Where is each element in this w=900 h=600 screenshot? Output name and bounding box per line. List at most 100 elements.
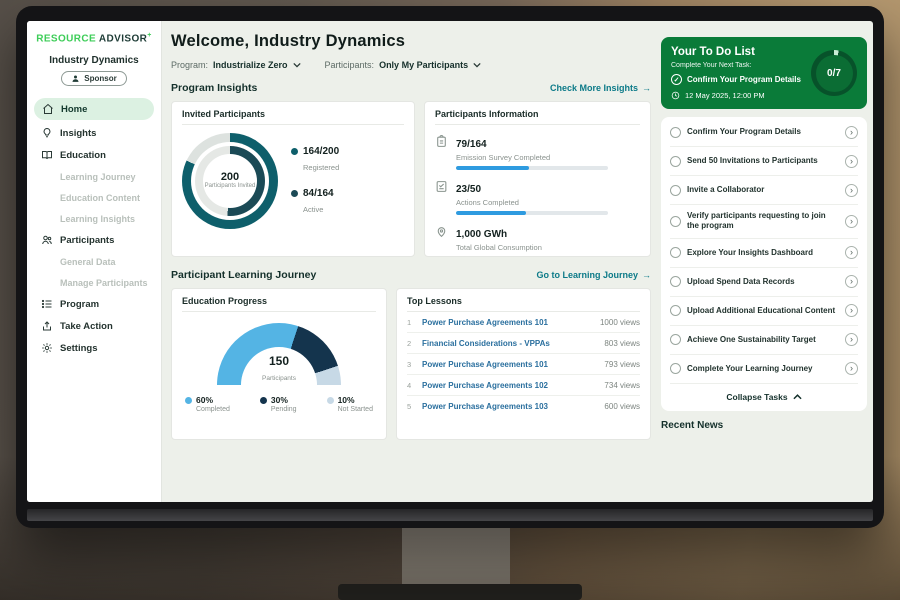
checkbox[interactable] <box>670 185 681 196</box>
program-insights-header: Program Insights Check More Insights → <box>171 82 651 94</box>
chevron-right-icon[interactable]: › <box>845 275 858 288</box>
collapse-tasks-button[interactable]: Collapse Tasks <box>670 384 858 411</box>
sidebar-item-label: Take Action <box>60 321 113 332</box>
task-label: Upload Spend Data Records <box>687 277 839 287</box>
task-row[interactable]: Upload Spend Data Records › <box>670 268 858 297</box>
book-icon <box>41 149 53 161</box>
sidebar-item-program[interactable]: Program <box>27 293 161 315</box>
task-row[interactable]: Achieve One Sustainability Target › <box>670 326 858 355</box>
task-row[interactable]: Invite a Collaborator› <box>670 176 858 205</box>
participants-filter[interactable]: Participants: Only My Participants <box>325 60 482 70</box>
legend-value: 164/200 <box>303 146 339 157</box>
sidebar-item-participants[interactable]: Participants <box>27 229 161 251</box>
sidebar-item-settings[interactable]: Settings <box>27 337 161 359</box>
chevron-right-icon[interactable]: › <box>845 304 858 317</box>
sidebar-item-education-content[interactable]: Education Content <box>27 187 161 208</box>
actions-progress-bar <box>456 211 608 215</box>
card-title: Top Lessons <box>407 296 640 312</box>
sidebar: RESOURCE ADVISOR+ Industry Dynamics Spon… <box>27 21 162 502</box>
sidebar-item-learning-journey[interactable]: Learning Journey <box>27 166 161 187</box>
chevron-right-icon[interactable]: › <box>845 362 858 375</box>
sidebar-nav: Home Insights Education Learning Journey… <box>27 98 161 359</box>
chevron-up-icon <box>793 394 802 400</box>
lesson-title-link[interactable]: Power Purchase Agreements 101 <box>422 318 593 327</box>
emission-survey-progress-bar <box>456 166 608 170</box>
chevron-right-icon[interactable]: › <box>845 246 858 259</box>
program-filter-value: Industrialize Zero <box>213 60 288 70</box>
info-label: Total Global Consumption <box>456 243 542 252</box>
chevron-right-icon[interactable]: › <box>845 215 858 228</box>
donut-legend: 164/200 Registered 84/164 Active <box>291 146 339 217</box>
action-arrow-icon <box>41 320 53 332</box>
task-row[interactable]: Upload Additional Educational Content› <box>670 297 858 326</box>
task-row[interactable]: Explore Your Insights Dashboard› <box>670 239 858 268</box>
checkbox[interactable] <box>670 156 681 167</box>
legend-item: 60% Completed <box>185 395 230 413</box>
lesson-views: 803 views <box>604 339 640 348</box>
lesson-title-link[interactable]: Financial Considerations - VPPAs <box>422 339 597 348</box>
sidebar-item-learning-insights[interactable]: Learning Insights <box>27 208 161 229</box>
lesson-views: 734 views <box>604 381 640 390</box>
task-row[interactable]: Verify participants requesting to join t… <box>670 205 858 239</box>
next-task-label: Confirm Your Program Details <box>687 75 801 84</box>
sidebar-item-take-action[interactable]: Take Action <box>27 315 161 337</box>
location-pin-icon <box>435 225 448 238</box>
participants-filter-label: Participants: <box>325 60 375 70</box>
task-row[interactable]: Confirm Your Program Details› <box>670 118 858 147</box>
lesson-row[interactable]: 5 Power Purchase Agreements 103 600 view… <box>407 396 640 417</box>
lesson-title-link[interactable]: Power Purchase Agreements 103 <box>422 402 597 411</box>
chevron-right-icon[interactable]: › <box>845 126 858 139</box>
chevron-right-icon[interactable]: › <box>845 333 858 346</box>
chevron-down-icon <box>293 62 301 68</box>
checklist-icon <box>435 180 448 193</box>
lesson-row[interactable]: 1 Power Purchase Agreements 101 1000 vie… <box>407 312 640 333</box>
logo-resource: RESOURCE <box>36 33 96 44</box>
task-row[interactable]: Complete Your Learning Journey › <box>670 355 858 384</box>
legend-value: 10% <box>338 395 355 405</box>
invited-participants-card: Invited Participants 200 Participants In… <box>171 101 415 257</box>
sidebar-item-insights[interactable]: Insights <box>27 122 161 144</box>
checkbox[interactable] <box>670 305 681 316</box>
users-icon <box>41 234 53 246</box>
sidebar-item-manage-participants[interactable]: Manage Participants <box>27 272 161 293</box>
lesson-title-link[interactable]: Power Purchase Agreements 101 <box>422 360 597 369</box>
program-filter-label: Program: <box>171 60 208 70</box>
program-filter[interactable]: Program: Industrialize Zero <box>171 60 301 70</box>
donut-ring-inner: 200 Participants Invited <box>195 146 265 216</box>
chevron-right-icon[interactable]: › <box>845 184 858 197</box>
lesson-row[interactable]: 4 Power Purchase Agreements 102 734 view… <box>407 375 640 396</box>
lesson-row[interactable]: 3 Power Purchase Agreements 101 793 view… <box>407 354 640 375</box>
checkbox[interactable] <box>670 334 681 345</box>
checkbox[interactable] <box>670 247 681 258</box>
legend-dot-registered <box>291 148 298 155</box>
arrow-right-icon: → <box>642 270 651 280</box>
sidebar-item-label: Learning Journey <box>60 172 136 182</box>
checkbox[interactable] <box>670 276 681 287</box>
info-label: Emission Survey Completed <box>456 153 608 162</box>
checkbox[interactable] <box>670 127 681 138</box>
next-task-row[interactable]: ✓ Confirm Your Program Details <box>671 74 811 85</box>
check-more-insights-link[interactable]: Check More Insights → <box>550 83 651 93</box>
task-row[interactable]: Send 50 Invitations to Participants› <box>670 147 858 176</box>
section-title: Program Insights <box>171 82 257 94</box>
lesson-rank: 2 <box>407 339 415 348</box>
main-content: Welcome, Industry Dynamics Program: Indu… <box>162 21 661 502</box>
legend-value: 30% <box>271 395 288 405</box>
monitor-stand <box>402 528 510 586</box>
list-icon <box>41 298 53 310</box>
go-to-learning-journey-link[interactable]: Go to Learning Journey → <box>536 270 651 280</box>
task-label: Achieve One Sustainability Target <box>687 335 839 345</box>
chevron-right-icon[interactable]: › <box>845 155 858 168</box>
card-title: Education Progress <box>182 296 376 312</box>
gear-icon <box>41 342 53 354</box>
sponsor-badge[interactable]: Sponsor <box>61 71 126 86</box>
lesson-row[interactable]: 2 Financial Considerations - VPPAs 803 v… <box>407 333 640 354</box>
sidebar-item-education[interactable]: Education <box>27 144 161 166</box>
legend-label: Registered <box>303 163 339 172</box>
lesson-title-link[interactable]: Power Purchase Agreements 102 <box>422 381 597 390</box>
checkbox[interactable] <box>670 216 681 227</box>
task-label: Complete Your Learning Journey <box>687 364 839 374</box>
sidebar-item-home[interactable]: Home <box>34 98 154 120</box>
sidebar-item-general-data[interactable]: General Data <box>27 251 161 272</box>
checkbox[interactable] <box>670 363 681 374</box>
